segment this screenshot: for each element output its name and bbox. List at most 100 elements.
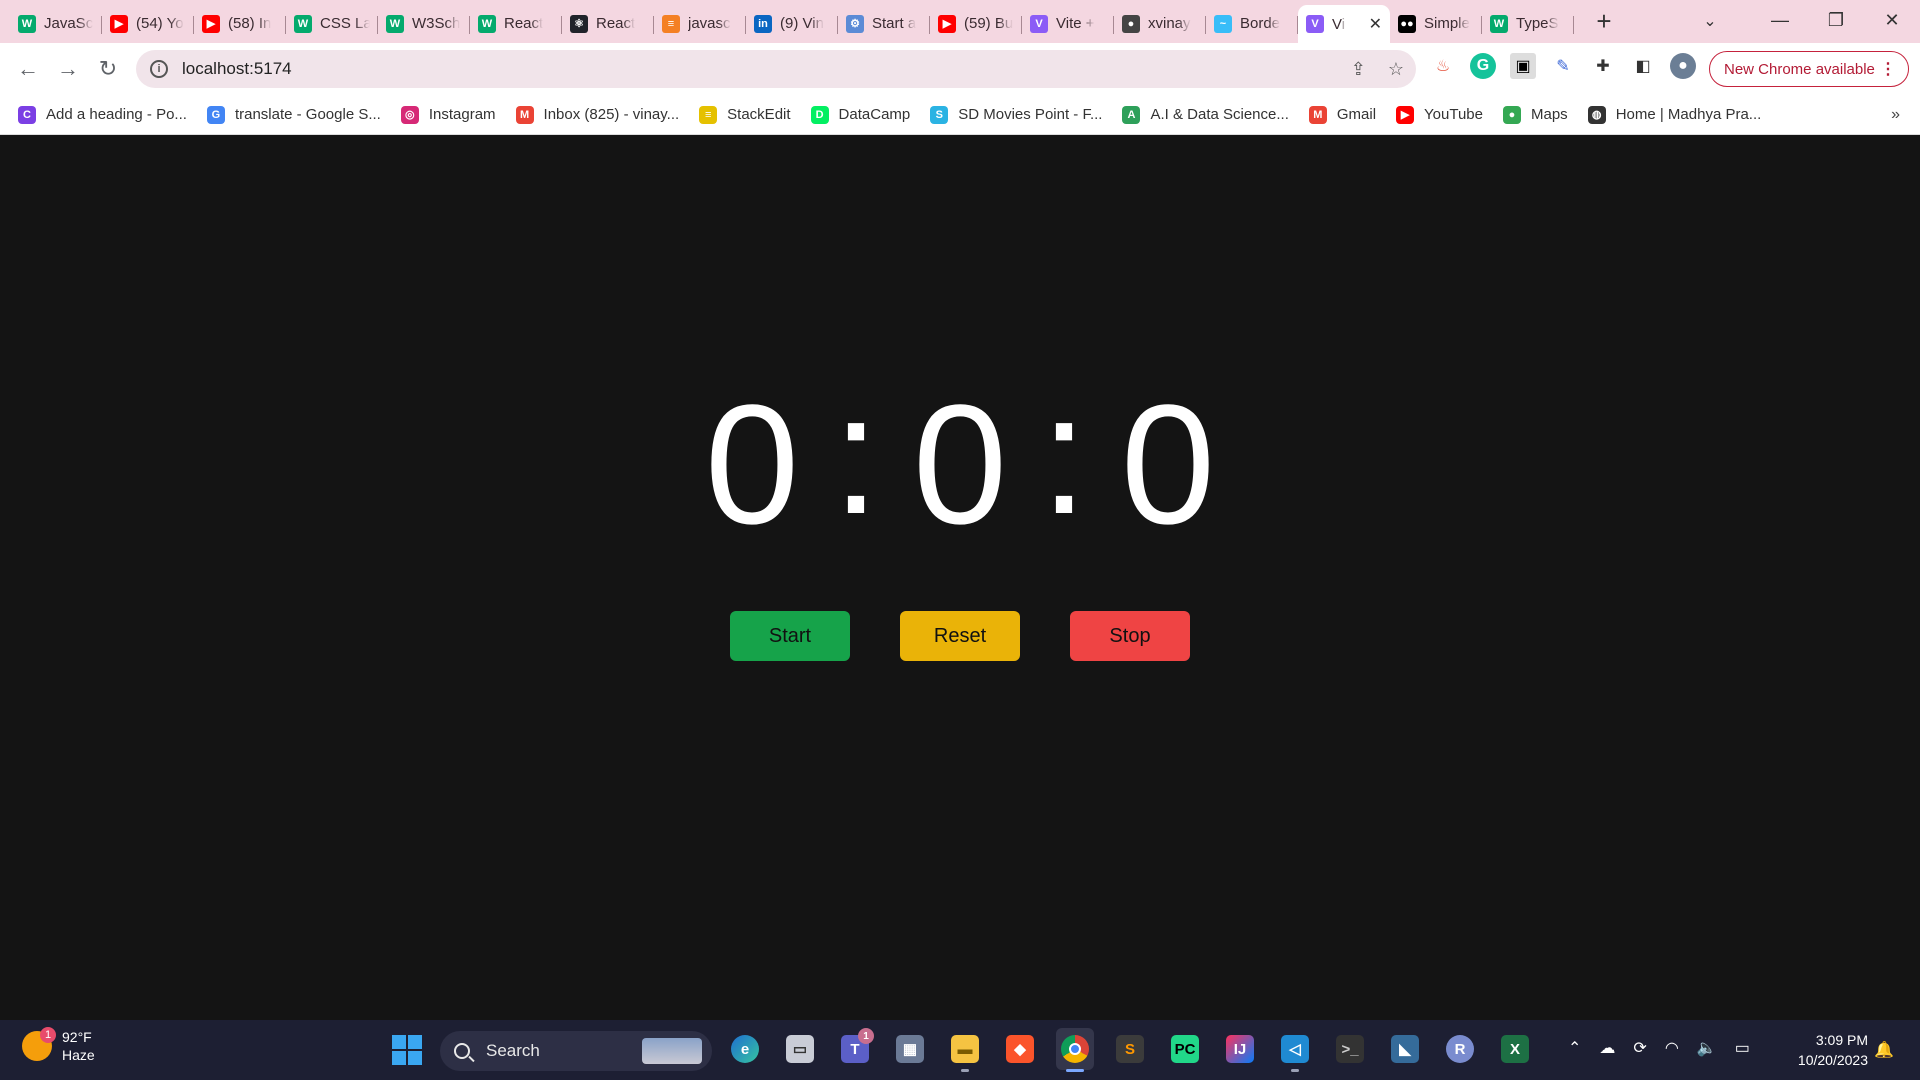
calculator-icon[interactable]: ▦	[891, 1028, 929, 1070]
tailwind-icon: ~	[1214, 14, 1232, 33]
bookmark-label: StackEdit	[727, 106, 791, 123]
pen-extension-icon[interactable]: ✎	[1550, 53, 1576, 79]
chevron-up-icon[interactable]: ⌃	[1568, 1038, 1581, 1058]
page-content: 0 : 0 : 0 Start Reset Stop	[0, 136, 1920, 1020]
bookmark-item[interactable]: ◎ Instagram	[400, 105, 496, 124]
excel-icon[interactable]: X	[1496, 1028, 1534, 1070]
bookmark-item[interactable]: A A.I & Data Science...	[1122, 105, 1289, 124]
sync-icon[interactable]: ⟳	[1633, 1038, 1646, 1058]
browser-tab[interactable]: ⚙ Start a	[838, 7, 930, 41]
taskbar-apps: e ▭ T1 ▦ ▬ ◆ S PC IJ ◁ >_ ◣ R X	[726, 1028, 1534, 1072]
sublime-text-icon[interactable]: S	[1111, 1028, 1149, 1070]
r-icon[interactable]: R	[1441, 1028, 1479, 1070]
intellij-icon[interactable]: IJ	[1221, 1028, 1259, 1070]
close-tab-icon[interactable]: ✕	[1363, 14, 1382, 34]
taskbar-search[interactable]: Search	[440, 1031, 712, 1071]
browser-tab[interactable]: ⚛ React	[562, 7, 654, 41]
browser-tab[interactable]: V Vi ✕	[1298, 5, 1390, 43]
browser-tab[interactable]: W CSS La	[286, 7, 378, 41]
tab-title: Vite +	[1056, 15, 1095, 32]
browser-tab[interactable]: ▶ (59) Bu	[930, 7, 1022, 41]
pycharm-icon[interactable]: PC	[1166, 1028, 1204, 1070]
weather-badge: 1	[40, 1027, 56, 1043]
browser-tab[interactable]: W React	[470, 7, 562, 41]
restore-button[interactable]: ❐	[1808, 0, 1864, 40]
browser-tab[interactable]: in (9) Vin	[746, 7, 838, 41]
vscode-icon[interactable]: ◁	[1276, 1028, 1314, 1072]
browser-tab[interactable]: ▶ (54) Yo	[102, 7, 194, 41]
linkedin-icon: in	[754, 14, 772, 33]
forward-arrow-icon[interactable]: →	[48, 49, 88, 89]
browser-tab[interactable]: ▶ (58) In	[194, 7, 286, 41]
more-menu-icon[interactable]: ⋮	[1880, 59, 1896, 79]
clock[interactable]: 3:09 PM 10/20/2023	[1782, 1030, 1868, 1070]
bookmark-star-icon[interactable]: ☆	[1388, 59, 1404, 80]
brave-icon[interactable]: ◆	[1001, 1028, 1039, 1070]
mysql-workbench-icon[interactable]: ◣	[1386, 1028, 1424, 1070]
browser-tab[interactable]: ≡ javasc	[654, 7, 746, 41]
grammarly-icon[interactable]: G	[1470, 53, 1496, 79]
extensions-puzzle-icon[interactable]: ✚	[1590, 53, 1616, 79]
bookmark-label: DataCamp	[838, 106, 911, 123]
address-bar[interactable]: i localhost:5174 ⇪ ☆	[136, 50, 1416, 88]
file-explorer-icon[interactable]: ▬	[946, 1028, 984, 1072]
edge-dev-icon[interactable]: e	[726, 1028, 764, 1070]
stop-button[interactable]: Stop	[1070, 611, 1190, 661]
bookmark-item[interactable]: M Gmail	[1308, 105, 1376, 124]
bookmarks-overflow-icon[interactable]: »	[1891, 106, 1900, 124]
url-text[interactable]: localhost:5174	[182, 59, 292, 79]
bookmark-item[interactable]: ▶ YouTube	[1396, 105, 1483, 124]
bookmark-label: translate - Google S...	[234, 106, 381, 123]
bookmark-item[interactable]: Gtranslate - Google S...	[206, 105, 381, 124]
tab-title: React	[504, 15, 544, 32]
gmail-icon: M	[1308, 105, 1327, 124]
bookmark-item[interactable]: S SD Movies Point - F...	[930, 105, 1102, 124]
site-info-icon[interactable]: i	[150, 60, 168, 78]
close-window-button[interactable]: ✕	[1864, 0, 1920, 40]
windows-start-icon[interactable]	[392, 1035, 422, 1065]
browser-tab[interactable]: ●● Simple	[1390, 7, 1482, 41]
weather-widget[interactable]: 1 92°F Haze	[22, 1027, 95, 1064]
chrome-update-button[interactable]: New Chrome available ⋮	[1709, 51, 1909, 87]
stopwatch-display: 0 : 0 : 0	[0, 370, 1920, 550]
bookmark-item[interactable]: ≡ StackEdit	[699, 105, 791, 124]
onedrive-cloud-icon[interactable]: ☁	[1599, 1038, 1615, 1058]
battery-icon[interactable]: ▭	[1735, 1038, 1750, 1058]
notification-bell-icon[interactable]: 🔔	[1874, 1040, 1894, 1060]
terminal-icon[interactable]: >_	[1331, 1028, 1369, 1070]
search-placeholder: Search	[486, 1041, 540, 1060]
browser-tab[interactable]: W W3Sch	[378, 7, 470, 41]
volume-icon[interactable]: 🔈	[1697, 1038, 1717, 1058]
browser-tab[interactable]: W TypeS	[1482, 7, 1574, 41]
bookmark-item[interactable]: C Add a heading - Po...	[18, 105, 187, 124]
bookmark-item[interactable]: D DataCamp	[810, 105, 911, 124]
bookmark-item[interactable]: M Inbox (825) - vinay...	[515, 105, 679, 124]
new-tab-button[interactable]: +	[1584, 5, 1624, 39]
profile-avatar-icon[interactable]: ●	[1670, 53, 1696, 79]
bookmark-item[interactable]: ◍ Home | Madhya Pra...	[1587, 105, 1761, 124]
browser-tab[interactable]: V Vite +	[1022, 7, 1114, 41]
browser-tab[interactable]: ~ Borde	[1206, 7, 1298, 41]
chrome-icon[interactable]	[1056, 1028, 1094, 1072]
image-extension-icon[interactable]: ▣	[1510, 53, 1536, 79]
reset-button[interactable]: Reset	[900, 611, 1020, 661]
browser-tab[interactable]: W JavaSc	[10, 7, 102, 41]
browser-tab[interactable]: ● xvinay	[1114, 7, 1206, 41]
system-tray: ⌃ ☁ ⟳ ◠ 🔈 ▭	[1568, 1038, 1750, 1058]
start-button[interactable]: Start	[730, 611, 850, 661]
back-arrow-icon[interactable]: ←	[8, 49, 48, 89]
instagram-icon: ◎	[400, 105, 419, 124]
w3schools-icon: W	[294, 14, 312, 33]
extension-icon[interactable]: ♨	[1430, 53, 1456, 79]
side-panel-icon[interactable]: ◧	[1630, 53, 1656, 79]
reload-icon[interactable]: ↻	[88, 49, 128, 89]
tab-search-icon[interactable]: ⌄	[1690, 6, 1730, 36]
wifi-icon[interactable]: ◠	[1665, 1038, 1679, 1058]
share-icon[interactable]: ⇪	[1351, 59, 1366, 80]
gmail-icon: M	[515, 105, 534, 124]
minimize-button[interactable]: —	[1752, 0, 1808, 40]
task-view-icon[interactable]: ▭	[781, 1028, 819, 1070]
bookmark-item[interactable]: ● Maps	[1503, 105, 1568, 124]
teams-icon[interactable]: T1	[836, 1028, 874, 1070]
tab-strip: W JavaSc ▶ (54) Yo ▶ (58) In W CSS La W W3Sch W Rea…	[0, 0, 1920, 43]
